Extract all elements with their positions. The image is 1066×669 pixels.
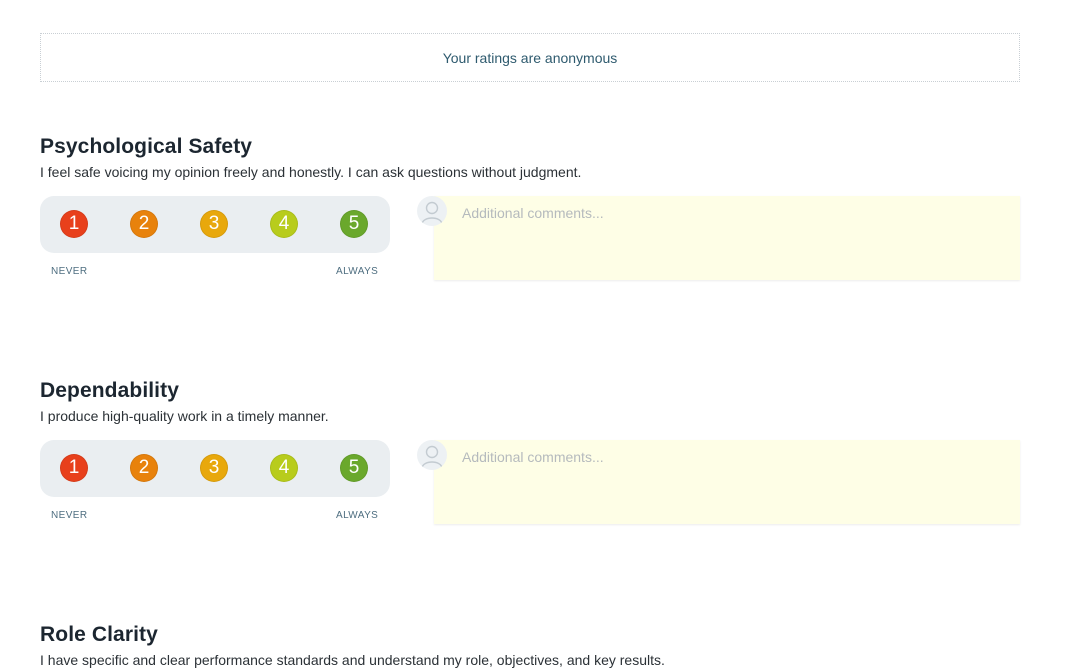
scale-low-label: NEVER: [51, 266, 88, 277]
question-title: Dependability: [40, 379, 179, 402]
question-title: Role Clarity: [40, 623, 158, 646]
rating-scale: 1 2 3 4 5: [40, 440, 390, 497]
rating-row: 1 2 3 4 5 NEVER ALWAYS Additional commen…: [40, 196, 1030, 286]
scale-low-label: NEVER: [51, 510, 88, 521]
user-avatar-icon: [417, 196, 447, 226]
question-psychological-safety: Psychological Safety I feel safe voicing…: [40, 134, 1030, 286]
rating-scale: 1 2 3 4 5: [40, 196, 390, 253]
rating-button-3[interactable]: 3: [200, 454, 228, 482]
rating-button-1[interactable]: 1: [60, 454, 88, 482]
rating-button-5[interactable]: 5: [340, 454, 368, 482]
scale-high-label: ALWAYS: [336, 266, 379, 277]
comment-placeholder: Additional comments...: [462, 449, 604, 465]
comment-input[interactable]: Additional comments...: [434, 196, 1020, 280]
question-description: I feel safe voicing my opinion freely an…: [40, 164, 582, 180]
rating-button-5[interactable]: 5: [340, 210, 368, 238]
rating-row: 1 2 3 4 5 NEVER ALWAYS Additional commen…: [40, 440, 1030, 530]
rating-button-2[interactable]: 2: [130, 454, 158, 482]
anonymous-notice: Your ratings are anonymous: [40, 33, 1020, 82]
anonymous-notice-text: Your ratings are anonymous: [442, 49, 618, 66]
comment-placeholder: Additional comments...: [462, 205, 604, 221]
comment-input[interactable]: Additional comments...: [434, 440, 1020, 524]
question-dependability: Dependability I produce high-quality wor…: [40, 378, 1030, 530]
question-role-clarity: Role Clarity I have specific and clear p…: [40, 622, 1030, 669]
rating-button-4[interactable]: 4: [270, 210, 298, 238]
user-avatar-icon: [417, 440, 447, 470]
rating-button-2[interactable]: 2: [130, 210, 158, 238]
survey-page: Your ratings are anonymous Psychological…: [0, 0, 1066, 669]
question-description: I produce high-quality work in a timely …: [40, 408, 329, 424]
rating-button-4[interactable]: 4: [270, 454, 298, 482]
question-title: Psychological Safety: [40, 135, 253, 158]
rating-button-1[interactable]: 1: [60, 210, 88, 238]
scale-high-label: ALWAYS: [336, 510, 379, 521]
question-description: I have specific and clear performance st…: [40, 652, 665, 668]
rating-button-3[interactable]: 3: [200, 210, 228, 238]
